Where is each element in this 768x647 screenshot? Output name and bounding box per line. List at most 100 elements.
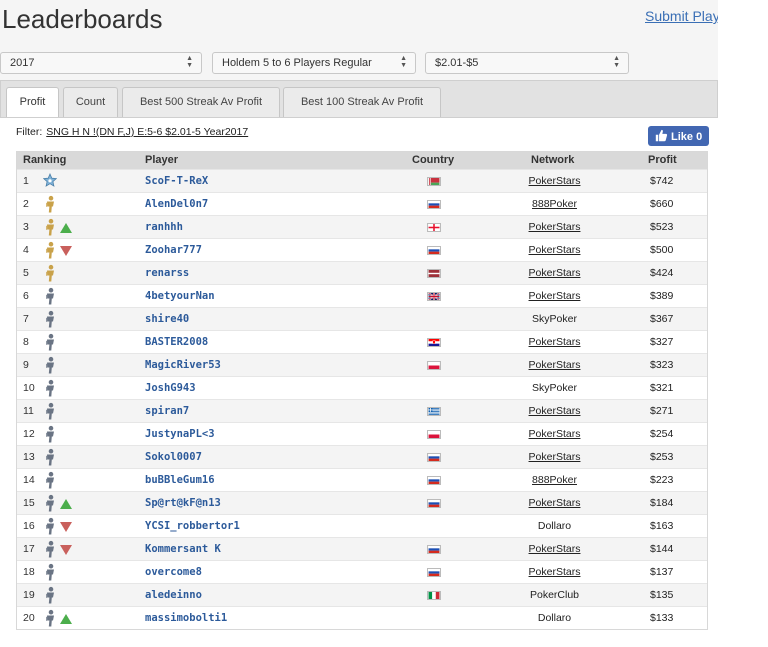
network-link[interactable]: PokerStars bbox=[507, 543, 602, 555]
network-link[interactable]: PokerStars bbox=[507, 428, 602, 440]
rank-value: 9 bbox=[23, 359, 29, 371]
profit-value: $500 bbox=[650, 244, 674, 256]
silver-badge-icon bbox=[43, 333, 57, 351]
player-link[interactable]: aledeinno bbox=[145, 589, 202, 601]
table-row: 2 AlenDel0n7 888Poker $660 bbox=[17, 192, 707, 215]
rank-value: 20 bbox=[23, 612, 35, 624]
table-row: 5 renarss PokerStars $424 bbox=[17, 261, 707, 284]
rank-value: 16 bbox=[23, 520, 35, 532]
gold-badge-icon bbox=[43, 241, 57, 259]
table-row: 6 4betyourNan PokerStars $389 bbox=[17, 284, 707, 307]
rank-value: 14 bbox=[23, 474, 35, 486]
select-arrows-icon: ▲ ▼ bbox=[186, 55, 193, 69]
flag-ru-icon bbox=[427, 499, 441, 508]
table-row: 13 Sokol0007 PokerStars $253 bbox=[17, 445, 707, 468]
rank-value: 17 bbox=[23, 543, 35, 555]
network-link[interactable]: PokerStars bbox=[507, 566, 602, 578]
network-link[interactable]: PokerStars bbox=[507, 221, 602, 233]
network-link[interactable]: PokerStars bbox=[507, 175, 602, 187]
silver-badge-icon bbox=[43, 310, 57, 328]
select-arrows-icon: ▲ ▼ bbox=[400, 55, 407, 69]
player-link[interactable]: MagicRiver53 bbox=[145, 359, 221, 371]
player-link[interactable]: Sp@rt@kF@n13 bbox=[145, 497, 221, 509]
header-player: Player bbox=[145, 154, 179, 166]
player-link[interactable]: 4betyourNan bbox=[145, 290, 215, 302]
profit-value: $424 bbox=[650, 267, 674, 279]
profit-value: $133 bbox=[650, 612, 674, 624]
year-select[interactable]: 2017 ▲ ▼ bbox=[0, 52, 202, 74]
rank-value: 7 bbox=[23, 313, 29, 325]
facebook-like-button[interactable]: Like 0 bbox=[648, 126, 709, 146]
flag-ge-icon bbox=[427, 223, 441, 232]
profit-value: $742 bbox=[650, 175, 674, 187]
gold-badge-icon bbox=[43, 264, 57, 282]
network-link[interactable]: PokerStars bbox=[507, 359, 602, 371]
filter-line: Filter: SNG H N !(DN F,J) E:5-6 $2.01-5 Y… bbox=[16, 126, 248, 138]
network-link[interactable]: PokerStars bbox=[507, 336, 602, 348]
player-link[interactable]: overcome8 bbox=[145, 566, 202, 578]
flag-pl-icon bbox=[427, 430, 441, 439]
silver-badge-icon bbox=[43, 540, 57, 558]
rank-value: 2 bbox=[23, 198, 29, 210]
table-row: 20 massimobolti1 Dollaro $133 bbox=[17, 606, 707, 629]
silver-badge-icon bbox=[43, 356, 57, 374]
stakes-select[interactable]: $2.01-$5 ▲ ▼ bbox=[425, 52, 629, 74]
tab-profit[interactable]: Profit bbox=[6, 87, 59, 117]
player-link[interactable]: JoshG943 bbox=[145, 382, 196, 394]
rank-value: 1 bbox=[23, 175, 29, 187]
player-link[interactable]: Zoohar777 bbox=[145, 244, 202, 256]
network-link[interactable]: PokerStars bbox=[507, 497, 602, 509]
network-link[interactable]: 888Poker bbox=[507, 198, 602, 210]
player-link[interactable]: YCSI_robbertor1 bbox=[145, 520, 240, 532]
player-link[interactable]: BASTER2008 bbox=[145, 336, 208, 348]
player-link[interactable]: ranhhh bbox=[145, 221, 183, 233]
table-row: 18 overcome8 PokerStars $137 bbox=[17, 560, 707, 583]
player-link[interactable]: Sokol0007 bbox=[145, 451, 202, 463]
flag-gb-icon bbox=[427, 292, 441, 301]
silver-badge-icon bbox=[43, 517, 57, 535]
network-link[interactable]: PokerStars bbox=[507, 290, 602, 302]
silver-badge-icon bbox=[43, 448, 57, 466]
silver-badge-icon bbox=[43, 586, 57, 604]
rank-value: 4 bbox=[23, 244, 29, 256]
tab-best-500-streak[interactable]: Best 500 Streak Av Profit bbox=[122, 87, 280, 117]
network-link[interactable]: PokerStars bbox=[507, 244, 602, 256]
network-link[interactable]: PokerStars bbox=[507, 405, 602, 417]
game-select[interactable]: Holdem 5 to 6 Players Regular ▲ ▼ bbox=[212, 52, 416, 74]
rank-value: 13 bbox=[23, 451, 35, 463]
silver-badge-icon bbox=[43, 379, 57, 397]
tab-best-100-streak[interactable]: Best 100 Streak Av Profit bbox=[283, 87, 441, 117]
player-link[interactable]: buBBleGum16 bbox=[145, 474, 215, 486]
gold-badge-icon bbox=[43, 218, 57, 236]
page: Leaderboards Submit Playe 2017 ▲▼ Holdem… bbox=[0, 0, 718, 647]
player-link[interactable]: massimobolti1 bbox=[145, 612, 227, 624]
player-link[interactable]: Kommersant K bbox=[145, 543, 221, 555]
profit-value: $323 bbox=[650, 359, 674, 371]
player-link[interactable]: AlenDel0n7 bbox=[145, 198, 208, 210]
rank-value: 12 bbox=[23, 428, 35, 440]
game-select-value: Holdem 5 to 6 Players Regular bbox=[222, 57, 372, 69]
network-link[interactable]: PokerStars bbox=[507, 451, 602, 463]
rank-value: 15 bbox=[23, 497, 35, 509]
submit-player-link[interactable]: Submit Playe bbox=[645, 8, 718, 24]
page-title: Leaderboards bbox=[2, 4, 163, 34]
rank-value: 11 bbox=[23, 405, 34, 417]
profit-value: $523 bbox=[650, 221, 674, 233]
player-link[interactable]: spiran7 bbox=[145, 405, 189, 417]
player-link[interactable]: renarss bbox=[145, 267, 189, 279]
silver-badge-icon bbox=[43, 402, 57, 420]
trend-down-icon bbox=[59, 245, 73, 257]
flag-ru-icon bbox=[427, 246, 441, 255]
player-link[interactable]: JustynaPL<3 bbox=[145, 428, 215, 440]
tab-count[interactable]: Count bbox=[63, 87, 118, 117]
trend-up-icon bbox=[59, 613, 73, 625]
filter-value-link[interactable]: SNG H N !(DN F,J) E:5-6 $2.01-5 Year2017 bbox=[46, 126, 248, 138]
thumbs-up-icon bbox=[655, 129, 668, 142]
network-link[interactable]: 888Poker bbox=[507, 474, 602, 486]
player-link[interactable]: shire40 bbox=[145, 313, 189, 325]
flag-ru-icon bbox=[427, 200, 441, 209]
table-row: 17 Kommersant K PokerStars $144 bbox=[17, 537, 707, 560]
player-link[interactable]: ScoF-T-ReX bbox=[145, 175, 208, 187]
network-link[interactable]: PokerStars bbox=[507, 267, 602, 279]
flag-ru-icon bbox=[427, 476, 441, 485]
